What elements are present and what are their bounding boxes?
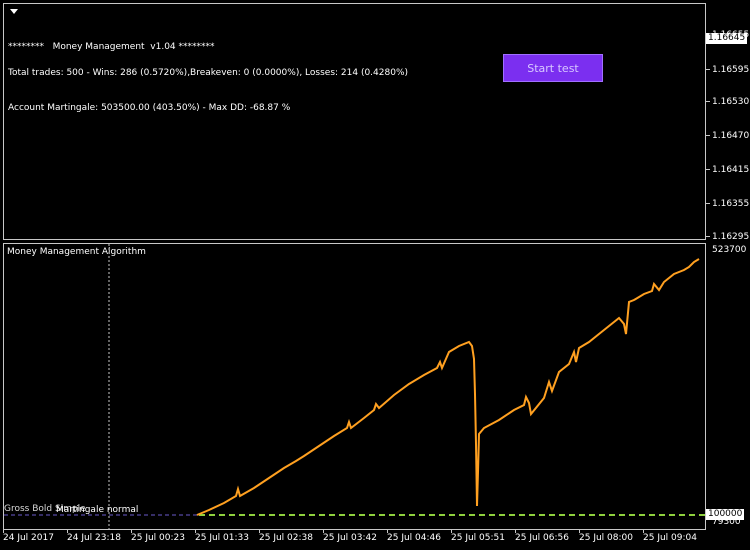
current-price-tag: 1.16645 [706, 33, 748, 44]
indicator-pane[interactable]: Money Management Algorithm Gross Bold Si… [3, 243, 706, 530]
price-label: 1.16295 [712, 232, 750, 242]
time-label: 25 Jul 05:51 [451, 533, 505, 543]
equity-chart [4, 244, 705, 529]
price-label: 1.16595 [712, 65, 750, 75]
time-label: 25 Jul 00:23 [131, 533, 185, 543]
ea-header-text: ******** Money Management v1.04 ******** [8, 42, 215, 52]
price-label: 1.16530 [712, 97, 750, 107]
time-label: 25 Jul 03:42 [323, 533, 377, 543]
account-summary-text: Account Martingale: 503500.00 (403.50%) … [8, 103, 291, 113]
equity-curve [196, 258, 700, 516]
trades-summary-text: Total trades: 500 - Wins: 286 (0.5720%),… [8, 68, 409, 78]
start-test-button[interactable]: Start test [503, 54, 603, 82]
time-label: 25 Jul 09:04 [643, 533, 697, 543]
indicator-scale[interactable]: 523700 79300 [706, 243, 750, 530]
chart-menu-icon[interactable] [10, 9, 18, 14]
time-label: 25 Jul 08:00 [579, 533, 633, 543]
price-label: 1.16355 [712, 199, 750, 209]
time-label: 25 Jul 04:46 [387, 533, 441, 543]
time-label: 24 Jul 23:18 [67, 533, 121, 543]
indicator-max-label: 523700 [712, 245, 747, 255]
time-label: 24 Jul 2017 [3, 533, 54, 543]
price-label: 1.16415 [712, 165, 750, 175]
time-axis[interactable]: 24 Jul 2017 24 Jul 23:18 25 Jul 00:23 25… [0, 530, 750, 550]
indicator-value-tag: 100000 [706, 509, 745, 520]
price-label: 1.16470 [712, 131, 750, 141]
time-label: 25 Jul 01:33 [195, 533, 249, 543]
time-label: 25 Jul 02:38 [259, 533, 313, 543]
price-chart-pane[interactable]: ******** Money Management v1.04 ********… [3, 3, 706, 240]
time-label: 25 Jul 06:56 [515, 533, 569, 543]
legend-martingale-label: Martingale normal [56, 505, 139, 515]
